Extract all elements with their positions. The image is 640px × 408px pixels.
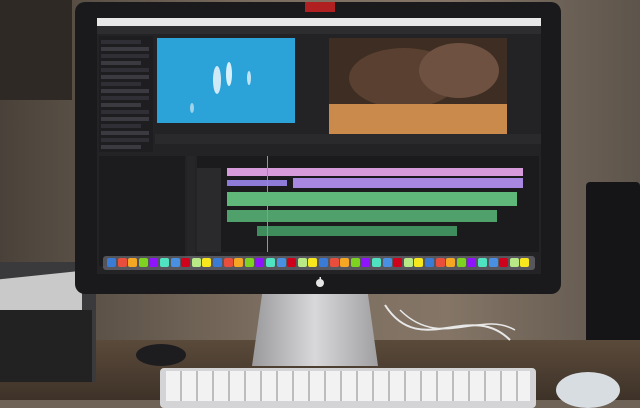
dock-app-icon[interactable] [107,258,116,267]
monitor-screen [97,18,541,274]
dock-app-icon[interactable] [138,258,148,267]
dock-app-icon[interactable] [149,258,159,267]
speaker [586,182,640,357]
media-bins [99,156,185,266]
rock-shape [419,43,499,98]
apple-logo-icon [314,276,326,288]
track-headers [197,168,221,252]
project-row [101,110,149,114]
sand-ground [329,104,507,134]
project-row [101,54,149,58]
dock-app-icon[interactable] [520,258,530,267]
dock-app-icon[interactable] [403,258,413,267]
dock-app-icon[interactable] [446,258,456,267]
project-row [101,47,149,51]
dock-app-icon[interactable] [276,258,286,267]
dock-app-icon[interactable] [456,258,466,267]
dock-app-icon[interactable] [361,258,371,267]
monitor-controls [155,134,541,144]
project-row [101,145,141,149]
dock-app-icon[interactable] [297,258,307,267]
dock-app-icon[interactable] [244,258,254,267]
dock-app-icon[interactable] [329,258,339,267]
project-row [101,138,149,142]
dock-app-icon[interactable] [340,258,350,267]
app-menubar [97,18,541,26]
dock-app-icon[interactable] [128,258,138,267]
mouse [556,372,620,408]
dock-app-icon[interactable] [202,258,212,267]
project-row [101,124,141,128]
project-row [101,131,149,135]
project-row [101,75,149,79]
dock-app-icon[interactable] [467,258,477,267]
video-clip [293,178,523,188]
dock-app-icon[interactable] [372,258,381,267]
project-row [101,82,141,86]
monitor-sticker [305,2,335,12]
project-panel [99,36,153,152]
keyboard-keys [166,371,530,401]
video-clip [227,180,287,186]
dock-app-icon[interactable] [425,258,434,267]
dock-app-icon[interactable] [499,258,509,267]
dock-app-icon[interactable] [382,258,392,267]
dock-app-icon[interactable] [478,258,487,267]
dock-app-icon[interactable] [191,258,201,267]
project-row [101,40,141,44]
project-row [101,96,149,100]
monitor-stand [252,294,378,366]
audio-clip [227,192,517,206]
dock-app-icon[interactable] [488,258,498,267]
dolphin-footage [190,62,251,113]
dock-app-icon[interactable] [308,258,318,267]
dock-app-icon[interactable] [255,258,265,267]
timeline-playhead [267,156,268,252]
usb-hub [136,344,186,366]
dock-app-icon[interactable] [181,258,191,267]
dock-app-icon[interactable] [160,258,169,267]
printer-body [0,310,92,382]
project-row [101,117,149,121]
video-clip [227,168,523,176]
dock-app-icon[interactable] [287,258,297,267]
dock-app-icon[interactable] [393,258,403,267]
cable-icon [384,304,516,341]
project-row [101,89,149,93]
dock-app-icon[interactable] [213,258,222,267]
timeline-panel [197,156,539,252]
dock-app-icon[interactable] [350,258,360,267]
macos-dock [103,256,535,270]
dock-app-icon[interactable] [414,258,424,267]
project-row [101,61,141,65]
source-monitor [157,38,295,123]
dock-app-icon[interactable] [266,258,275,267]
workspace-tabs [97,26,541,34]
project-row [101,68,149,72]
wall-frame [0,0,72,100]
tools-panel [187,156,195,266]
dock-app-icon[interactable] [170,258,180,267]
project-row [101,103,141,107]
program-monitor [329,38,507,134]
dock-app-icon[interactable] [509,258,519,267]
dock-app-icon[interactable] [234,258,244,267]
dock-app-icon[interactable] [117,258,127,267]
audio-clip [257,226,457,236]
dock-app-icon[interactable] [319,258,328,267]
dock-app-icon[interactable] [223,258,233,267]
dock-app-icon[interactable] [435,258,445,267]
